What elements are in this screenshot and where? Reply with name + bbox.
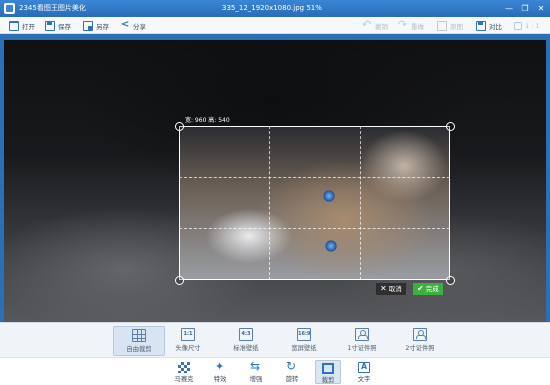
minimize-button[interactable]: — <box>502 2 516 15</box>
app-logo-icon <box>4 3 15 14</box>
original-image-icon <box>437 20 447 31</box>
person-icon <box>355 328 369 341</box>
crop-cancel-button[interactable]: ✕ 取消 <box>376 283 406 295</box>
crop-done-button[interactable]: ✔ 完成 <box>413 283 443 295</box>
person-icon <box>413 328 427 341</box>
actual-size-button[interactable]: 1 : 1 <box>514 19 540 32</box>
save-button[interactable]: 保存 <box>45 19 71 32</box>
enhance-icon <box>250 359 262 373</box>
tool-label: 增强 <box>249 376 263 383</box>
main-toolbar: 打开 保存 另存 分享 撤销 重做 原图 对比 1 : 1 <box>0 17 550 34</box>
compare-label: 对比 <box>489 22 502 31</box>
text-icon <box>358 362 370 373</box>
crop-option-widescreen-wallpaper[interactable]: 16:9 宽屏壁纸 <box>278 326 330 356</box>
folder-icon <box>9 20 19 31</box>
tool-label: 马赛克 <box>174 376 194 383</box>
actual-size-icon <box>514 21 522 30</box>
crop-option-standard-wallpaper[interactable]: 4:3 标准壁纸 <box>220 326 272 356</box>
crop-mask-right <box>450 126 546 280</box>
tool-enhance[interactable]: 增强 <box>243 359 269 384</box>
undo-button[interactable]: 撤销 <box>362 18 388 32</box>
effect-icon <box>214 360 226 373</box>
crop-handle-top-left[interactable] <box>175 122 184 131</box>
save-as-button[interactable]: 另存 <box>83 19 109 32</box>
crop-frame[interactable] <box>179 126 450 280</box>
crop-handle-top-right[interactable] <box>446 122 455 131</box>
crop-options-bar: 自由裁剪 1:1 头像尺寸 4:3 标准壁纸 16:9 宽屏壁纸 1寸证件照 2… <box>0 322 550 357</box>
original-label: 原图 <box>450 22 463 31</box>
crop-option-avatar[interactable]: 1:1 头像尺寸 <box>162 326 214 356</box>
grid-icon <box>132 329 146 342</box>
ratio-16-9-icon: 16:9 <box>297 328 311 341</box>
share-label: 分享 <box>133 22 146 31</box>
open-label: 打开 <box>22 22 35 31</box>
tool-label: 特效 <box>213 376 227 383</box>
crop-mask-top <box>4 40 546 126</box>
open-button[interactable]: 打开 <box>9 19 35 32</box>
check-icon: ✔ <box>417 284 424 293</box>
save-label: 保存 <box>58 22 71 31</box>
crop-option-label: 2寸证件照 <box>405 345 435 352</box>
crop-option-label: 宽屏壁纸 <box>291 345 317 352</box>
app-name: 2345看图王图片美化 <box>19 4 86 12</box>
original-button[interactable]: 原图 <box>437 19 463 32</box>
save-as-label: 另存 <box>96 22 109 31</box>
redo-label: 重做 <box>411 22 424 31</box>
crop-icon <box>322 363 334 374</box>
mosaic-icon <box>178 362 190 373</box>
crop-cancel-label: 取消 <box>388 285 402 293</box>
crop-option-1-inch-photo[interactable]: 1寸证件照 <box>336 326 388 356</box>
tool-text[interactable]: 文字 <box>351 360 377 384</box>
save-as-icon <box>83 20 93 31</box>
title-bar: 2345看图王图片美化 335_12_1920x1080.jpg 51% — ❐… <box>0 0 550 17</box>
tool-crop[interactable]: 裁剪 <box>315 360 341 384</box>
ratio-4-3-icon: 4:3 <box>239 328 253 341</box>
crop-option-label: 自由裁剪 <box>126 346 152 353</box>
crop-done-label: 完成 <box>425 285 439 293</box>
share-icon <box>120 19 130 31</box>
close-button[interactable]: ✕ <box>534 2 548 15</box>
crop-option-label: 头像尺寸 <box>175 345 201 352</box>
compare-icon <box>476 20 486 31</box>
file-title: 335_12_1920x1080.jpg 51% <box>222 4 322 12</box>
crop-option-2-inch-photo[interactable]: 2寸证件照 <box>394 326 446 356</box>
image-canvas[interactable]: 宽: 960 高: 540 ✕ 取消 ✔ 完成 <box>4 40 546 322</box>
save-icon <box>45 20 55 31</box>
rotate-icon <box>286 359 298 373</box>
tool-rotate[interactable]: 旋转 <box>279 359 305 384</box>
crop-mask-bottom <box>4 280 546 322</box>
redo-button[interactable]: 重做 <box>398 18 424 32</box>
share-button[interactable]: 分享 <box>120 19 146 32</box>
crop-handle-bottom-left[interactable] <box>175 276 184 285</box>
crop-handle-bottom-right[interactable] <box>446 276 455 285</box>
tool-effect[interactable]: 特效 <box>207 360 233 384</box>
crop-option-label: 标准壁纸 <box>233 345 259 352</box>
crop-size-label: 宽: 960 高: 540 <box>185 117 230 124</box>
crop-mask-left <box>4 126 179 280</box>
restore-button[interactable]: ❐ <box>518 2 532 15</box>
crop-option-label: 1寸证件照 <box>347 345 377 352</box>
compare-button[interactable]: 对比 <box>476 19 502 32</box>
tool-mosaic[interactable]: 马赛克 <box>171 360 197 384</box>
close-icon: ✕ <box>380 284 387 293</box>
ratio-1-1-icon: 1:1 <box>181 328 195 341</box>
tool-label: 裁剪 <box>321 377 335 384</box>
tool-label: 文字 <box>357 376 371 383</box>
undo-label: 撤销 <box>375 22 388 31</box>
actual-size-label: 1 : 1 <box>525 21 540 30</box>
edit-tools-bar: 马赛克 特效 增强 旋转 裁剪 文字 <box>0 357 550 385</box>
undo-icon <box>362 18 372 31</box>
redo-icon <box>398 18 408 31</box>
tool-label: 旋转 <box>285 376 299 383</box>
crop-option-free[interactable]: 自由裁剪 <box>113 326 165 356</box>
